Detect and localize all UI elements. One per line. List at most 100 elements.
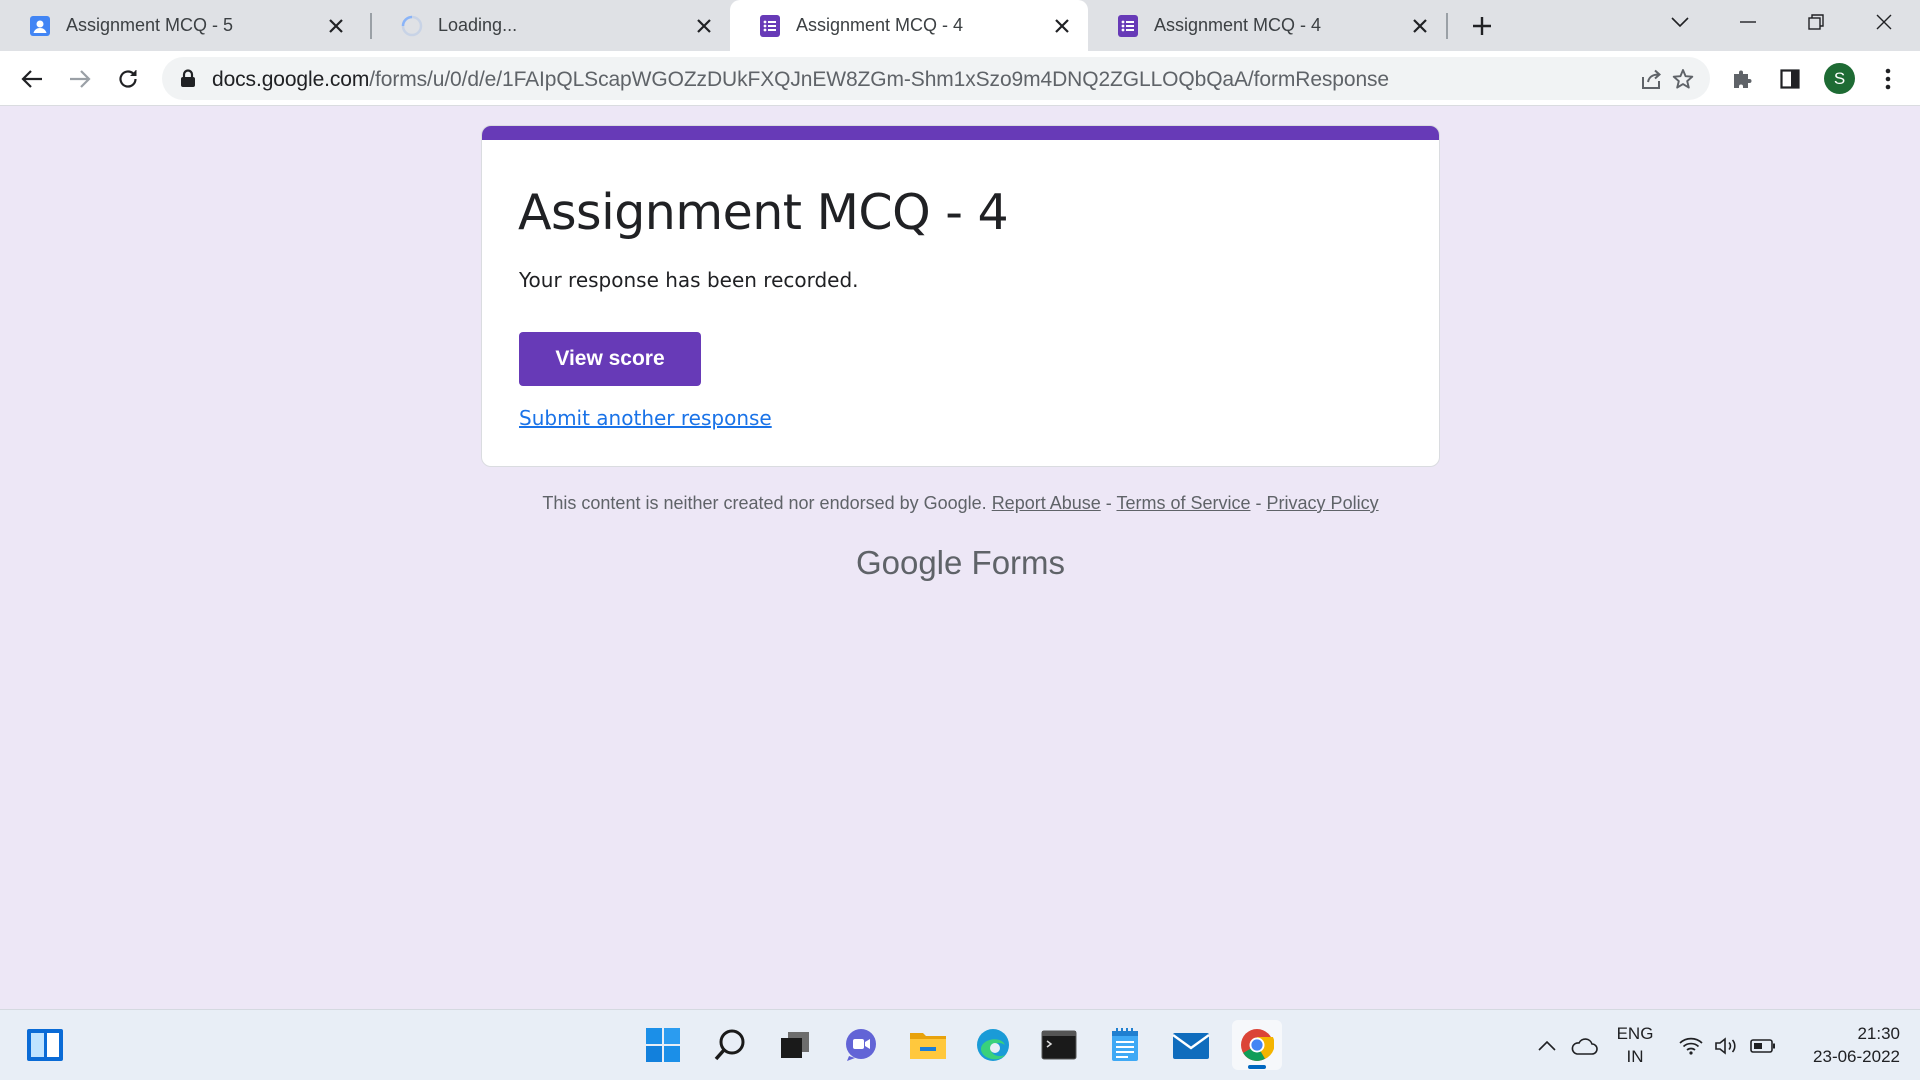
privacy-policy-link[interactable]: Privacy Policy	[1267, 493, 1379, 513]
battery-button[interactable]	[1748, 1010, 1778, 1080]
google-forms-icon	[1116, 14, 1140, 38]
arrow-right-icon	[70, 70, 91, 88]
chrome-icon	[1241, 1029, 1274, 1061]
volume-icon	[1715, 1036, 1736, 1055]
minimize-icon	[1740, 21, 1756, 23]
widgets-icon	[27, 1029, 63, 1061]
search-button[interactable]	[705, 1020, 755, 1070]
report-abuse-link[interactable]: Report Abuse	[992, 493, 1101, 513]
tab-search-button[interactable]	[1652, 0, 1708, 44]
file-explorer-button[interactable]	[903, 1020, 953, 1070]
close-window-button[interactable]	[1856, 0, 1912, 44]
widgets-button[interactable]	[20, 1020, 70, 1070]
tab-separator	[1446, 13, 1448, 39]
chat-icon	[846, 1029, 876, 1061]
chat-button[interactable]	[836, 1020, 886, 1070]
terms-of-service-link[interactable]: Terms of Service	[1116, 493, 1250, 513]
browser-tab-loading[interactable]: Loading...	[372, 0, 730, 51]
star-bookmark-icon[interactable]	[1667, 63, 1699, 95]
start-icon	[646, 1028, 680, 1062]
edge-icon	[977, 1029, 1009, 1061]
profile-avatar[interactable]: S	[1824, 63, 1855, 94]
terminal-icon	[1041, 1030, 1077, 1060]
loading-spinner-icon	[400, 14, 424, 38]
new-tab-button[interactable]	[1466, 10, 1498, 42]
mail-icon	[1172, 1033, 1210, 1059]
file-explorer-icon	[910, 1033, 946, 1059]
browser-toolbar: docs.google.com/forms/u/0/d/e/1FAIpQLSca…	[0, 51, 1920, 106]
browser-tab-assignment-mcq-4[interactable]: Assignment MCQ - 4	[1088, 0, 1446, 51]
url-path: /forms/u/0/d/e/1FAIpQLScapWGOZzDUkFXQJnE…	[369, 68, 1390, 91]
close-icon[interactable]	[1050, 14, 1074, 38]
footer-separator: -	[1105, 493, 1112, 513]
windows-taskbar: ENG IN 21:30 23-06-2022	[0, 1009, 1920, 1080]
google-forms-logo[interactable]: Google Forms	[481, 544, 1440, 582]
browser-tab-assignment-mcq-5[interactable]: Assignment MCQ - 5	[0, 0, 362, 51]
chrome-button[interactable]	[1232, 1020, 1282, 1070]
restore-icon	[1808, 14, 1824, 30]
tab-title: Assignment MCQ - 4	[1154, 15, 1322, 35]
notepad-icon	[1112, 1028, 1138, 1061]
show-hidden-icons-button[interactable]	[1535, 1010, 1559, 1080]
close-icon	[1876, 14, 1892, 30]
volume-button[interactable]	[1712, 1010, 1742, 1080]
arrow-left-icon	[21, 70, 42, 88]
search-icon	[714, 1029, 745, 1061]
footer-separator: -	[1255, 493, 1262, 513]
extensions-button[interactable]	[1724, 61, 1760, 97]
task-view-button[interactable]	[770, 1020, 820, 1070]
language-code: ENG	[1616, 1024, 1654, 1043]
close-icon[interactable]	[324, 14, 348, 38]
input-language-indicator[interactable]: ENG IN	[1610, 1022, 1660, 1068]
view-score-button[interactable]: View score	[519, 332, 701, 386]
system-clock[interactable]: 21:30 23-06-2022	[1790, 1022, 1900, 1068]
side-panel-icon	[1780, 69, 1800, 89]
wifi-button[interactable]	[1676, 1010, 1706, 1080]
footer-disclaimer: This content is neither created nor endo…	[542, 493, 987, 513]
close-icon[interactable]	[1408, 14, 1432, 38]
side-panel-button[interactable]	[1772, 61, 1808, 97]
reload-button[interactable]	[110, 61, 146, 97]
terminal-button[interactable]	[1034, 1020, 1084, 1070]
minimize-button[interactable]	[1720, 0, 1776, 44]
lock-icon[interactable]	[180, 69, 196, 93]
reload-icon	[119, 70, 137, 88]
url-domain: docs.google.com	[212, 68, 370, 91]
edge-button[interactable]	[968, 1020, 1018, 1070]
submit-another-response-link[interactable]: Submit another response	[519, 406, 772, 430]
more-vertical-icon	[1885, 68, 1891, 90]
tab-title: Assignment MCQ - 5	[66, 15, 234, 35]
active-app-indicator	[1248, 1065, 1266, 1069]
form-confirmation-card: Assignment MCQ - 4 Your response has bee…	[481, 125, 1440, 467]
start-button[interactable]	[638, 1020, 688, 1070]
wifi-icon	[1679, 1037, 1703, 1055]
address-bar[interactable]: docs.google.com/forms/u/0/d/e/1FAIpQLSca…	[162, 57, 1710, 100]
cloud-icon	[1571, 1037, 1598, 1055]
language-region: IN	[1626, 1047, 1644, 1066]
contacts-icon	[28, 14, 52, 38]
menu-button[interactable]	[1870, 61, 1906, 97]
close-icon[interactable]	[692, 14, 716, 38]
chevron-down-icon	[1671, 17, 1689, 28]
tab-title: Assignment MCQ - 4	[796, 15, 964, 35]
restore-button[interactable]	[1788, 0, 1844, 44]
google-forms-icon	[758, 14, 782, 38]
chevron-up-icon	[1538, 1040, 1556, 1051]
onedrive-button[interactable]	[1568, 1010, 1600, 1080]
share-icon[interactable]	[1635, 63, 1667, 95]
browser-tab-strip: Assignment MCQ - 5 Loading... Assignment…	[0, 0, 1920, 51]
forms-wordmark: Forms	[971, 544, 1066, 581]
form-title: Assignment MCQ - 4	[518, 184, 1009, 241]
forward-button[interactable]	[62, 61, 98, 97]
url-text[interactable]: docs.google.com/forms/u/0/d/e/1FAIpQLSca…	[212, 68, 1389, 92]
clock-date: 23-06-2022	[1813, 1047, 1900, 1066]
form-footer: This content is neither created nor endo…	[481, 493, 1440, 514]
clock-time: 21:30	[1857, 1024, 1900, 1043]
mail-button[interactable]	[1166, 1020, 1216, 1070]
tab-title: Loading...	[438, 15, 518, 35]
task-view-icon	[781, 1032, 809, 1058]
notepad-button[interactable]	[1100, 1020, 1150, 1070]
form-accent-bar	[482, 126, 1439, 140]
back-button[interactable]	[14, 61, 50, 97]
browser-tab-assignment-mcq-4-active[interactable]: Assignment MCQ - 4	[730, 0, 1088, 51]
